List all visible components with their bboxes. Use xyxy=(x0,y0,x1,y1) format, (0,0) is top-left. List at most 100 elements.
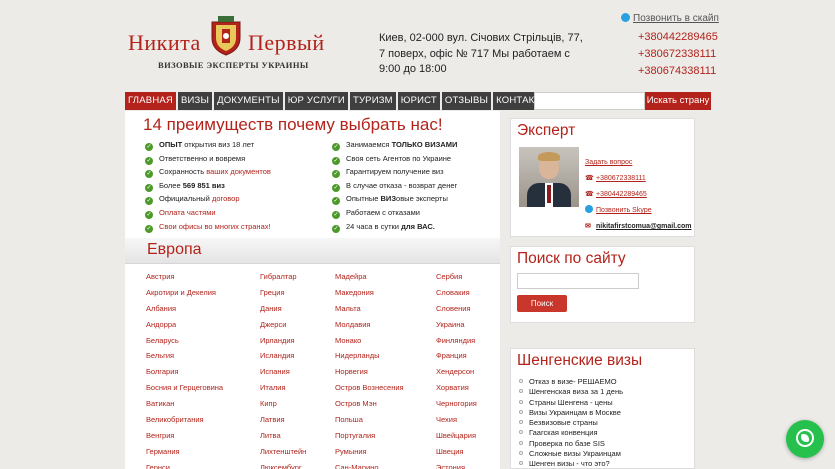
country-link[interactable]: Польша xyxy=(335,412,404,428)
country-link[interactable]: Хендерсон xyxy=(436,364,477,380)
country-link[interactable]: Босния и Герцеговина xyxy=(146,380,223,396)
country-link[interactable]: Германия xyxy=(146,444,223,460)
country-link[interactable]: Португалия xyxy=(335,428,404,444)
schengen-list-item[interactable]: Страны Шенгена - цены xyxy=(519,398,623,408)
check-icon: ✓ xyxy=(145,224,153,233)
country-link[interactable]: Эстония xyxy=(436,460,477,469)
country-link[interactable]: Франция xyxy=(436,348,477,364)
country-link[interactable]: Швеция xyxy=(436,444,477,460)
country-link[interactable]: Гернси xyxy=(146,460,223,469)
bullet-icon xyxy=(519,389,523,394)
country-link[interactable]: Болгария xyxy=(146,364,223,380)
advantage-item[interactable]: ✓ Оплата частями xyxy=(145,206,271,220)
country-link[interactable]: Мальта xyxy=(335,301,404,317)
country-link[interactable]: Словения xyxy=(436,301,477,317)
ask-question-link[interactable]: Задать вопрос xyxy=(585,155,692,171)
country-link[interactable]: Албания xyxy=(146,301,223,317)
country-search-button[interactable]: Искать страну xyxy=(645,92,711,110)
nav-item-tourism[interactable]: ТУРИЗМ xyxy=(349,92,396,110)
country-link[interactable]: Дания xyxy=(260,301,306,317)
header-phones: +380442289465 +380672338111 +38067433811… xyxy=(638,29,718,80)
country-link[interactable]: Кипр xyxy=(260,396,306,412)
country-link[interactable]: Хорватия xyxy=(436,380,477,396)
country-link[interactable]: Остров Вознесения xyxy=(335,380,404,396)
country-link[interactable]: Испания xyxy=(260,364,306,380)
country-link[interactable]: Норвегия xyxy=(335,364,404,380)
nav-item-legal-services[interactable]: ЮР УСЛУГИ xyxy=(284,92,348,110)
country-link[interactable]: Беларусь xyxy=(146,333,223,349)
country-link[interactable]: Литва xyxy=(260,428,306,444)
country-link[interactable]: Люксембург xyxy=(260,460,306,469)
country-link[interactable]: Лихтенштейн xyxy=(260,444,306,460)
schengen-list-item[interactable]: Гаагская конвенция xyxy=(519,428,623,438)
nav-item-home[interactable]: ГЛАВНАЯ xyxy=(125,92,176,110)
country-link[interactable]: Монако xyxy=(335,333,404,349)
country-link[interactable]: Гибралтар xyxy=(260,269,306,285)
country-link[interactable]: Черногория xyxy=(436,396,477,412)
phone-link[interactable]: +380674338111 xyxy=(638,63,718,80)
advantage-item[interactable]: ✓ Свои офисы во многих странах! xyxy=(145,220,271,234)
country-link[interactable]: Румыния xyxy=(335,444,404,460)
schengen-list-item[interactable]: Шенгенская виза за 1 день xyxy=(519,387,623,397)
country-link[interactable]: Великобритания xyxy=(146,412,223,428)
bullet-icon xyxy=(519,409,523,414)
country-link[interactable]: Австрия xyxy=(146,269,223,285)
country-search-input[interactable] xyxy=(534,92,645,110)
phone-link[interactable]: +380442289465 xyxy=(638,29,718,46)
advantage-item: ✓ Гарантируем получение виз xyxy=(332,167,444,179)
country-link[interactable]: Италия xyxy=(260,380,306,396)
country-link[interactable]: Украина xyxy=(436,317,477,333)
schengen-list-item[interactable]: Отказ в визе- РЕШАЕМО xyxy=(519,377,623,387)
expert-phone-link[interactable]: ☎ +380442289465 xyxy=(585,187,692,203)
site-search-input[interactable] xyxy=(517,273,639,289)
country-link[interactable]: Латвия xyxy=(260,412,306,428)
site-logo[interactable]: Никита Первый ВИЗОВЫЕ ЭКСПЕРТЫ УКРАИНЫ xyxy=(128,16,328,74)
country-link[interactable]: Мадейра xyxy=(335,269,404,285)
schengen-title: Шенгенские визы xyxy=(517,352,643,369)
schengen-list-item[interactable]: Проверка по базе SIS xyxy=(519,439,623,449)
expert-skype-link[interactable]: Позвонить Skype xyxy=(585,203,692,219)
europe-title: Европа xyxy=(147,241,202,258)
schengen-list-item[interactable]: Шенген визы - что это? xyxy=(519,459,623,469)
skype-icon xyxy=(621,13,630,22)
country-link[interactable]: Греция xyxy=(260,285,306,301)
envelope-icon: ✉ xyxy=(585,223,591,230)
country-link[interactable]: Ватикан xyxy=(146,396,223,412)
country-link[interactable]: Андорра xyxy=(146,317,223,333)
check-icon: ✓ xyxy=(145,183,153,192)
contract-link[interactable]: договор xyxy=(212,194,240,203)
country-link[interactable]: Сан-Марино xyxy=(335,460,404,469)
call-skype-label: Позвонить в скайп xyxy=(633,13,719,24)
country-link[interactable]: Нидерланды xyxy=(335,348,404,364)
check-icon: ✓ xyxy=(332,183,340,192)
expert-email-link[interactable]: ✉ nikitafirstcomua@gmail.com xyxy=(585,219,692,235)
office-address: Киев, 02-000 вул. Січових Стрільців, 77,… xyxy=(379,32,583,75)
country-link[interactable]: Исландия xyxy=(260,348,306,364)
schengen-list-item[interactable]: Безвизовые страны xyxy=(519,418,623,428)
country-link[interactable]: Джерси xyxy=(260,317,306,333)
country-link[interactable]: Чехия xyxy=(436,412,477,428)
call-skype-link[interactable]: Позвонить в скайп xyxy=(621,13,719,24)
country-link[interactable]: Македония xyxy=(335,285,404,301)
country-link[interactable]: Бельгия xyxy=(146,348,223,364)
nav-item-documents[interactable]: ДОКУМЕНТЫ xyxy=(214,92,283,110)
phone-link[interactable]: +380672338111 xyxy=(638,46,718,63)
country-link[interactable]: Сербия xyxy=(436,269,477,285)
nav-item-lawyer[interactable]: ЮРИСТ xyxy=(397,92,440,110)
country-link[interactable]: Молдавия xyxy=(335,317,404,333)
expert-phone-link[interactable]: ☎ +380672338111 xyxy=(585,171,692,187)
country-link[interactable]: Швейцария xyxy=(436,428,477,444)
nav-item-visas[interactable]: ВИЗЫ xyxy=(177,92,213,110)
country-link[interactable]: Остров Мэн xyxy=(335,396,404,412)
nav-item-reviews[interactable]: ОТЗЫВЫ xyxy=(441,92,492,110)
documents-link[interactable]: ваших документов xyxy=(206,167,271,176)
country-link[interactable]: Венгрия xyxy=(146,428,223,444)
schengen-list-item[interactable]: Визы Украинцам в Москве xyxy=(519,408,623,418)
whatsapp-chat-button[interactable] xyxy=(786,420,824,458)
site-search-button[interactable]: Поиск xyxy=(517,295,567,312)
country-link[interactable]: Словакия xyxy=(436,285,477,301)
schengen-list-item[interactable]: Сложные визы Украинцам xyxy=(519,449,623,459)
country-link[interactable]: Ирландия xyxy=(260,333,306,349)
country-link[interactable]: Акротири и Декелия xyxy=(146,285,223,301)
country-link[interactable]: Финляндия xyxy=(436,333,477,349)
